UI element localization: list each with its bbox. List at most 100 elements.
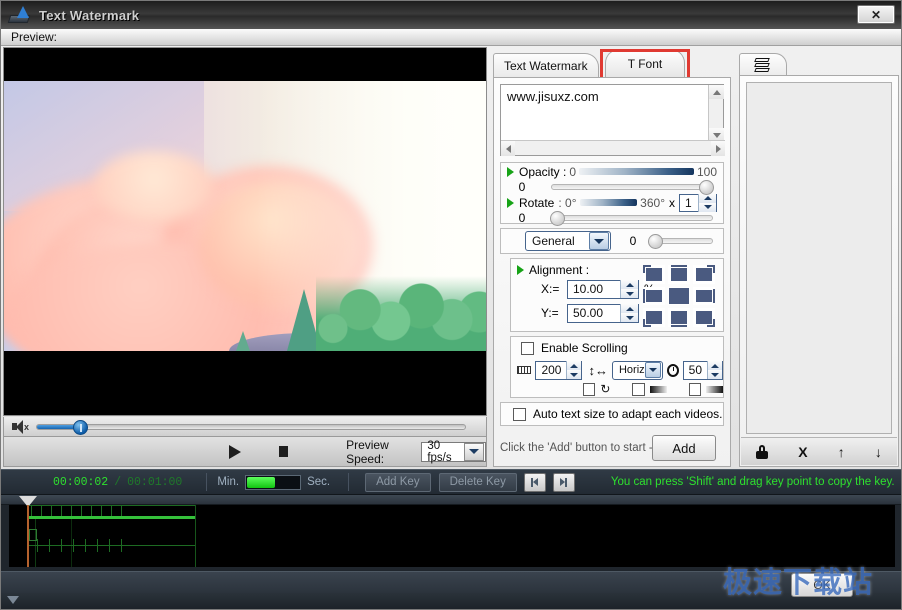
add-button[interactable]: Add (652, 435, 716, 461)
rotate-multiplier-value: 1 (685, 195, 692, 210)
speaker-mute-icon[interactable]: x (12, 419, 30, 434)
opacity-slider[interactable] (551, 180, 714, 195)
playhead-line (27, 505, 29, 567)
preview-speed-label: Preview Speed: (346, 437, 389, 466)
align-top-center[interactable] (668, 265, 690, 284)
scroll-time-spinner[interactable]: 50 (682, 360, 723, 380)
text-watermark-dialog: Text Watermark ✕ Preview: x Preview Spee… (0, 0, 902, 610)
spin-up-icon[interactable] (566, 361, 582, 370)
watermark-text-value: www.jisuxz.com (507, 89, 599, 104)
spin-down-icon[interactable] (707, 370, 722, 379)
list-panel-body: X ↑ ↓ (739, 75, 899, 467)
opacity-rotate-group: Opacity : 0 100 0 Rotate : 0° 360° x 1 0 (500, 162, 724, 226)
scroll-direction-combo[interactable]: Horiz (611, 360, 663, 380)
delete-key-button[interactable]: Delete Key (438, 472, 517, 492)
rotate-slider-thumb[interactable] (550, 211, 565, 226)
align-middle-center[interactable] (668, 286, 690, 306)
chevron-down-icon[interactable] (644, 362, 661, 378)
window-title: Text Watermark (39, 7, 140, 23)
expand-arrow-icon[interactable] (507, 197, 514, 208)
spin-down-icon[interactable] (620, 313, 638, 322)
loop-checkbox[interactable] (583, 382, 596, 396)
chevron-down-icon[interactable] (464, 442, 484, 461)
align-top-right[interactable] (693, 265, 715, 284)
fade-in-checkbox[interactable] (632, 382, 645, 396)
alignment-y-spinner[interactable]: 50.00 (567, 303, 639, 323)
watermark-text-input[interactable]: www.jisuxz.com (500, 84, 725, 156)
timeline-canvas[interactable] (9, 505, 895, 567)
alignment-grid[interactable] (643, 265, 715, 327)
video-frame (4, 81, 486, 351)
move-down-button[interactable]: ↓ (875, 444, 882, 460)
expand-arrow-icon[interactable] (517, 265, 524, 275)
volume-slider[interactable] (36, 419, 466, 435)
align-bottom-right[interactable] (693, 308, 715, 327)
marker-icon (7, 596, 19, 604)
stop-icon[interactable] (279, 446, 289, 457)
align-middle-left[interactable] (643, 286, 665, 306)
move-up-button[interactable]: ↑ (838, 444, 845, 460)
style-combo[interactable]: General (525, 231, 611, 251)
add-hint: Click the 'Add' button to start -> (500, 442, 660, 454)
small-tree (235, 331, 251, 351)
scroll-left-icon[interactable] (501, 141, 515, 156)
move-arrows-icon: ↕↔ (588, 362, 608, 378)
sec-label: Sec. (307, 476, 331, 488)
scroll-distance-spinner[interactable]: 200 (535, 360, 583, 380)
rotate-slider[interactable] (550, 211, 713, 226)
scroll-distance-value: 200 (541, 363, 562, 377)
spin-down-icon[interactable] (620, 289, 638, 298)
delete-button[interactable]: X (798, 444, 807, 460)
add-key-button[interactable]: Add Key (365, 472, 431, 492)
layers-tab[interactable] (739, 53, 787, 75)
opacity-min: 0 (569, 164, 577, 179)
lock-button[interactable] (756, 444, 769, 459)
title-bar: Text Watermark ✕ (1, 1, 901, 29)
chevron-down-icon[interactable] (589, 232, 609, 250)
tab-font[interactable]: T Font (605, 49, 685, 77)
alignment-group: Alignment : X:= 10.00 % Y:= (510, 258, 724, 332)
timeline-lower-bar (1, 571, 901, 593)
spin-up-icon[interactable] (620, 280, 638, 289)
play-icon[interactable] (229, 444, 241, 459)
list-toolbar: X ↑ ↓ (741, 437, 897, 465)
transport-bar: Preview Speed: 30 fps/s (3, 437, 487, 467)
text-vertical-scrollbar[interactable] (708, 85, 724, 142)
preview-area[interactable] (3, 47, 487, 416)
spin-down-icon[interactable] (698, 202, 716, 212)
properties-body: www.jisuxz.com Opacity : 0 100 0 Rotate … (493, 77, 731, 467)
volume-slider-thumb[interactable] (73, 419, 88, 435)
style-slider-thumb[interactable] (648, 234, 663, 249)
spin-down-icon[interactable] (566, 370, 582, 379)
rotate-multiplier-spinner[interactable]: 1 (679, 193, 717, 212)
align-bottom-left[interactable] (643, 308, 665, 327)
align-bottom-center[interactable] (668, 308, 690, 327)
skip-next-icon[interactable] (552, 472, 575, 492)
watermark-list[interactable] (746, 82, 892, 434)
enable-scrolling-checkbox[interactable] (521, 341, 534, 355)
ok-button[interactable]: OK (791, 573, 853, 597)
auto-size-group: Auto text size to adapt each videos. (500, 402, 724, 426)
timeline[interactable] (1, 495, 901, 609)
style-slider[interactable] (648, 234, 713, 249)
text-horizontal-scrollbar[interactable] (501, 140, 725, 156)
fade-out-checkbox[interactable] (688, 382, 702, 396)
align-middle-right[interactable] (693, 286, 715, 306)
tab-text-watermark[interactable]: Text Watermark (493, 53, 599, 77)
opacity-slider-thumb[interactable] (699, 180, 714, 195)
auto-size-checkbox[interactable] (513, 407, 526, 421)
spin-up-icon[interactable] (620, 304, 638, 313)
spin-up-icon[interactable] (707, 361, 722, 370)
min-sec-toggle[interactable] (245, 474, 302, 490)
expand-arrow-icon[interactable] (507, 166, 514, 177)
align-top-left[interactable] (643, 265, 665, 284)
timeline-ruler[interactable] (1, 495, 901, 505)
style-value: 0 (629, 234, 637, 248)
skip-previous-icon[interactable] (523, 472, 546, 492)
opacity-value: 0 (518, 180, 526, 194)
scroll-up-icon[interactable] (709, 85, 724, 99)
preview-speed-combo[interactable]: 30 fps/s (421, 440, 486, 464)
scroll-right-icon[interactable] (711, 141, 725, 156)
close-button[interactable]: ✕ (857, 5, 895, 24)
alignment-x-spinner[interactable]: 10.00 (567, 279, 639, 299)
